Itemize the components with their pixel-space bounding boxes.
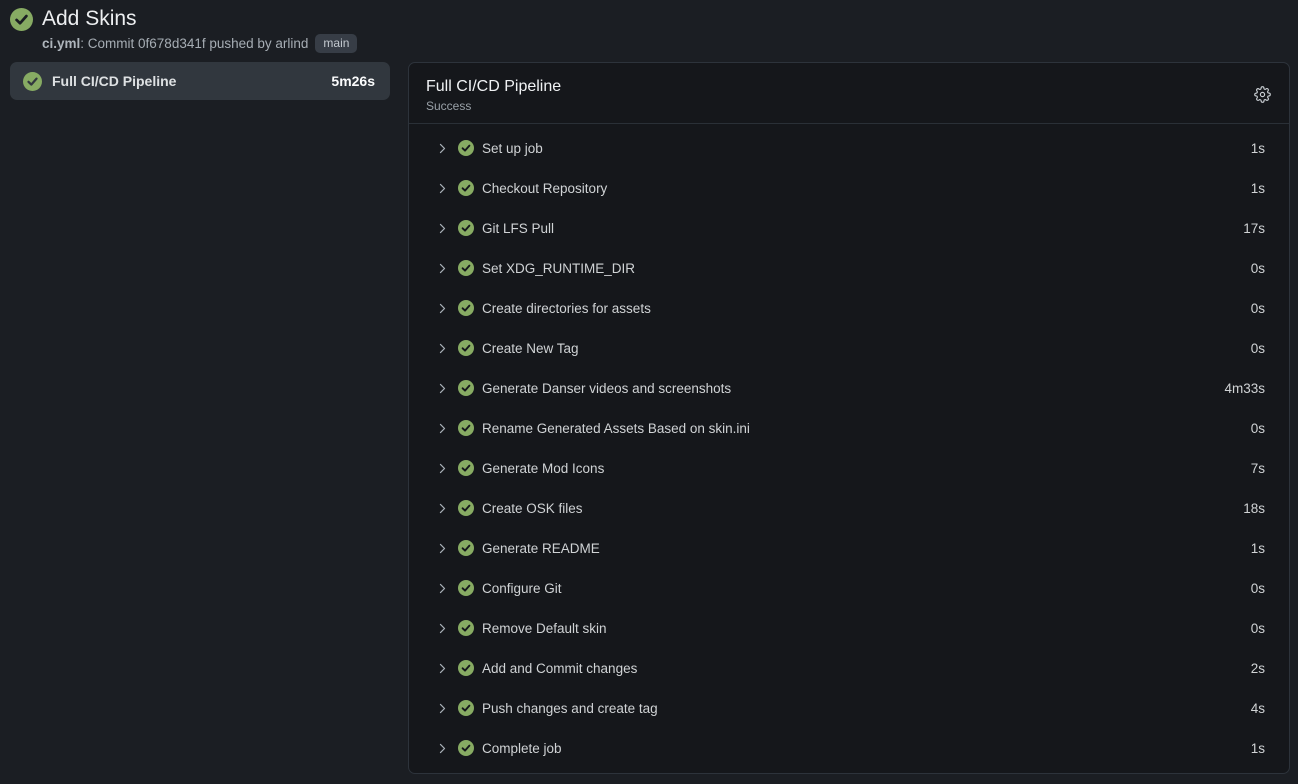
step-name: Complete job — [482, 741, 562, 756]
step-row[interactable]: Generate README 1s — [409, 528, 1289, 568]
job-name: Full CI/CD Pipeline — [52, 73, 321, 89]
chevron-right-icon — [436, 182, 449, 195]
job-panel-header: Full CI/CD Pipeline Success — [409, 63, 1289, 124]
content-area: Full CI/CD Pipeline 5m26s Full CI/CD Pip… — [0, 53, 1298, 774]
success-check-icon — [10, 8, 33, 31]
step-row[interactable]: Push changes and create tag 4s — [409, 688, 1289, 728]
step-row[interactable]: Create directories for assets 0s — [409, 288, 1289, 328]
step-name: Set up job — [482, 141, 543, 156]
job-detail-panel: Full CI/CD Pipeline Success Set up job 1… — [408, 62, 1290, 774]
step-duration: 0s — [1251, 621, 1265, 636]
step-name: Git LFS Pull — [482, 221, 554, 236]
step-name: Generate README — [482, 541, 600, 556]
step-row[interactable]: Checkout Repository 1s — [409, 168, 1289, 208]
step-success-check-icon — [458, 380, 474, 396]
chevron-right-icon — [436, 142, 449, 155]
step-row[interactable]: Set XDG_RUNTIME_DIR 0s — [409, 248, 1289, 288]
jobs-sidebar: Full CI/CD Pipeline 5m26s — [10, 62, 390, 100]
step-row[interactable]: Generate Danser videos and screenshots 4… — [409, 368, 1289, 408]
step-success-check-icon — [458, 580, 474, 596]
step-duration: 0s — [1251, 421, 1265, 436]
run-title: Add Skins — [42, 7, 137, 31]
chevron-right-icon — [436, 662, 449, 675]
step-duration: 0s — [1251, 341, 1265, 356]
step-name: Set XDG_RUNTIME_DIR — [482, 261, 635, 276]
run-subtitle: ci.yml: Commit 0f678d341f pushed by arli… — [42, 34, 1298, 53]
step-name: Rename Generated Assets Based on skin.in… — [482, 421, 750, 436]
step-success-check-icon — [458, 540, 474, 556]
chevron-right-icon — [436, 382, 449, 395]
settings-gear-icon[interactable] — [1254, 86, 1271, 103]
chevron-right-icon — [436, 302, 449, 315]
chevron-right-icon — [436, 582, 449, 595]
step-success-check-icon — [458, 660, 474, 676]
step-success-check-icon — [458, 700, 474, 716]
step-duration: 2s — [1251, 661, 1265, 676]
chevron-right-icon — [436, 542, 449, 555]
step-success-check-icon — [458, 340, 474, 356]
step-name: Push changes and create tag — [482, 701, 658, 716]
chevron-right-icon — [436, 222, 449, 235]
chevron-right-icon — [436, 422, 449, 435]
run-header: Add Skins ci.yml: Commit 0f678d341f push… — [0, 0, 1298, 53]
chevron-right-icon — [436, 702, 449, 715]
step-name: Checkout Repository — [482, 181, 607, 196]
step-success-check-icon — [458, 620, 474, 636]
step-success-check-icon — [458, 500, 474, 516]
step-success-check-icon — [458, 220, 474, 236]
step-success-check-icon — [458, 460, 474, 476]
step-name: Add and Commit changes — [482, 661, 637, 676]
step-row[interactable]: Set up job 1s — [409, 128, 1289, 168]
chevron-right-icon — [436, 342, 449, 355]
sidebar-job-full-pipeline[interactable]: Full CI/CD Pipeline 5m26s — [10, 62, 390, 100]
step-success-check-icon — [458, 420, 474, 436]
step-duration: 0s — [1251, 261, 1265, 276]
step-row[interactable]: Add and Commit changes 2s — [409, 648, 1289, 688]
job-duration: 5m26s — [331, 73, 375, 89]
step-duration: 0s — [1251, 581, 1265, 596]
step-name: Configure Git — [482, 581, 562, 596]
step-name: Create directories for assets — [482, 301, 651, 316]
step-name: Generate Danser videos and screenshots — [482, 381, 731, 396]
step-duration: 4s — [1251, 701, 1265, 716]
job-success-check-icon — [23, 72, 42, 91]
step-row[interactable]: Remove Default skin 0s — [409, 608, 1289, 648]
chevron-right-icon — [436, 502, 449, 515]
step-row[interactable]: Create New Tag 0s — [409, 328, 1289, 368]
step-row[interactable]: Generate Mod Icons 7s — [409, 448, 1289, 488]
steps-list: Set up job 1s Checkout Repository 1s Git… — [409, 124, 1289, 768]
step-name: Remove Default skin — [482, 621, 607, 636]
chevron-right-icon — [436, 462, 449, 475]
step-name: Create New Tag — [482, 341, 579, 356]
step-success-check-icon — [458, 180, 474, 196]
step-duration: 1s — [1251, 181, 1265, 196]
job-status-text: Success — [426, 99, 561, 113]
commit-info: : Commit 0f678d341f pushed by arlind — [80, 36, 308, 51]
chevron-right-icon — [436, 622, 449, 635]
step-duration: 1s — [1251, 541, 1265, 556]
step-duration: 1s — [1251, 741, 1265, 756]
step-duration: 4m33s — [1224, 381, 1265, 396]
step-row[interactable]: Complete job 1s — [409, 728, 1289, 768]
step-success-check-icon — [458, 140, 474, 156]
step-row[interactable]: Create OSK files 18s — [409, 488, 1289, 528]
step-duration: 0s — [1251, 301, 1265, 316]
step-name: Create OSK files — [482, 501, 583, 516]
chevron-right-icon — [436, 742, 449, 755]
step-duration: 7s — [1251, 461, 1265, 476]
step-success-check-icon — [458, 740, 474, 756]
workflow-file-name: ci.yml — [42, 36, 80, 51]
step-success-check-icon — [458, 260, 474, 276]
branch-badge[interactable]: main — [315, 34, 357, 53]
step-row[interactable]: Configure Git 0s — [409, 568, 1289, 608]
step-duration: 17s — [1243, 221, 1265, 236]
step-name: Generate Mod Icons — [482, 461, 604, 476]
step-duration: 1s — [1251, 141, 1265, 156]
step-duration: 18s — [1243, 501, 1265, 516]
step-row[interactable]: Git LFS Pull 17s — [409, 208, 1289, 248]
job-panel-title: Full CI/CD Pipeline — [426, 77, 561, 96]
step-success-check-icon — [458, 300, 474, 316]
step-row[interactable]: Rename Generated Assets Based on skin.in… — [409, 408, 1289, 448]
chevron-right-icon — [436, 262, 449, 275]
